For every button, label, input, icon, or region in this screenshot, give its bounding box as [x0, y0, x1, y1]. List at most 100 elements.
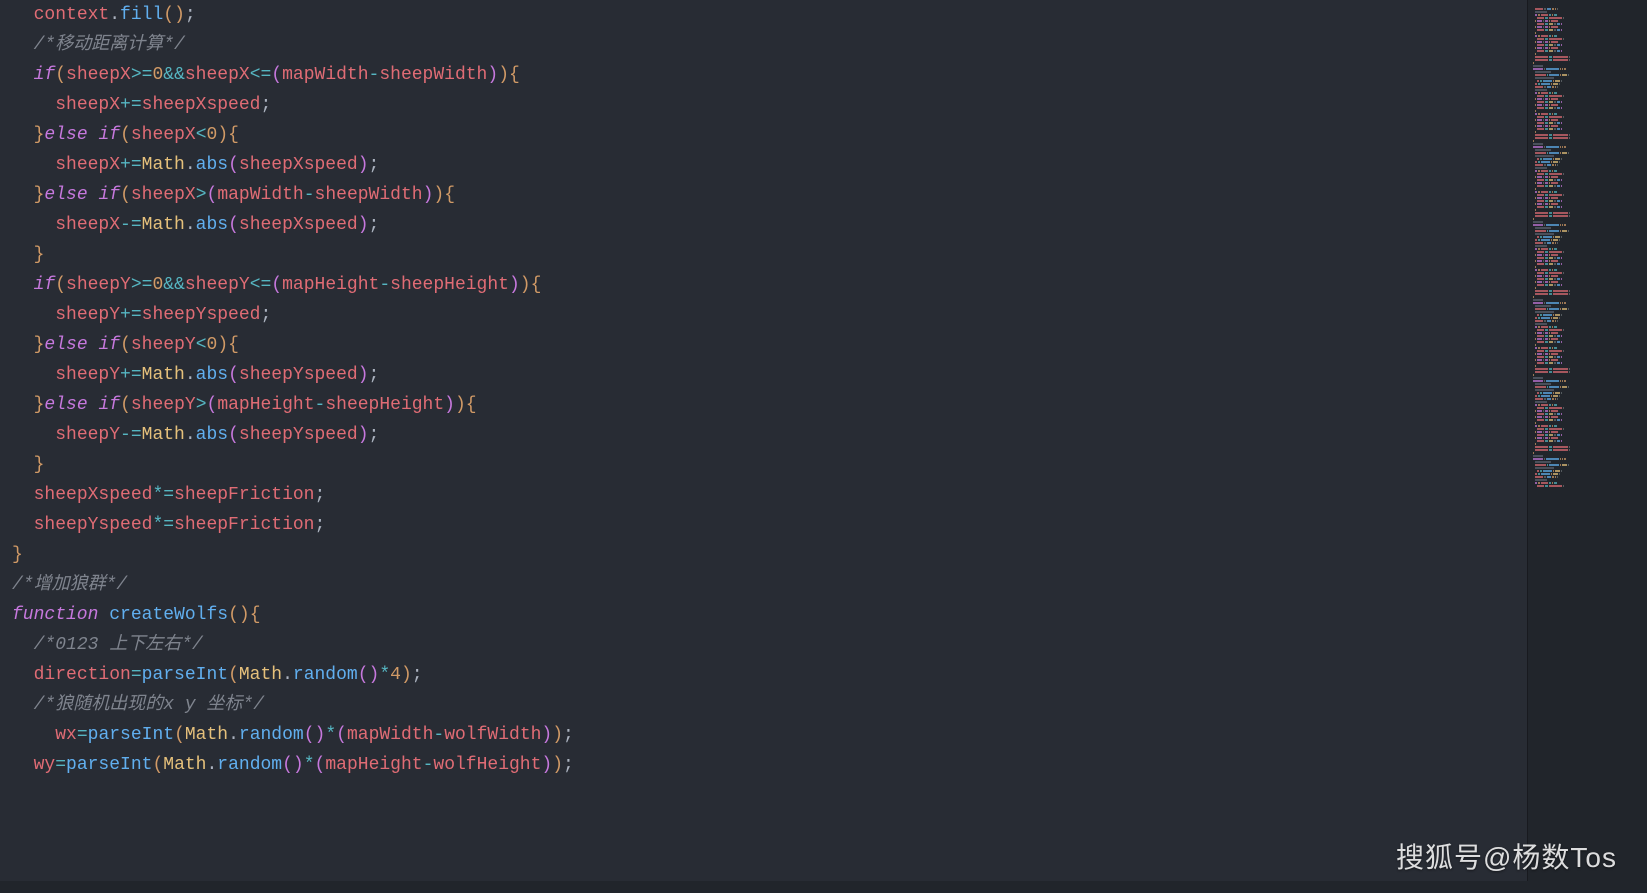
code-token: >	[196, 395, 207, 415]
minimap[interactable]	[1527, 0, 1647, 893]
code-line[interactable]: sheepY+=Math.abs(sheepYspeed);	[12, 360, 1527, 390]
code-token: sheepXspeed	[239, 215, 358, 235]
code-token: mapHeight	[282, 275, 379, 295]
code-token: )	[444, 395, 455, 415]
code-token: ;	[314, 515, 325, 535]
code-token: (	[163, 5, 174, 25]
code-token: &&	[163, 275, 185, 295]
code-line[interactable]: context.fill();	[12, 0, 1527, 30]
code-token: parseInt	[142, 665, 228, 685]
code-token: (	[228, 365, 239, 385]
code-token: sheepY	[55, 305, 120, 325]
code-token: abs	[196, 425, 228, 445]
code-token: sheepX	[66, 65, 131, 85]
code-token: )	[498, 65, 509, 85]
code-token: (	[358, 665, 369, 685]
code-token: Math	[142, 215, 185, 235]
code-line[interactable]: }else if(sheepX<0){	[12, 120, 1527, 150]
code-token: sheepX	[55, 215, 120, 235]
code-line[interactable]: wx=parseInt(Math.random()*(mapWidth-wolf…	[12, 720, 1527, 750]
code-token: /*移动距离计算*/	[34, 35, 185, 55]
code-token: &&	[163, 65, 185, 85]
code-line[interactable]: }else if(sheepY>(mapHeight-sheepHeight))…	[12, 390, 1527, 420]
code-token: 0	[207, 125, 218, 145]
code-line[interactable]: direction=parseInt(Math.random()*4);	[12, 660, 1527, 690]
code-line[interactable]: sheepY+=sheepYspeed;	[12, 300, 1527, 330]
code-token: .	[206, 755, 217, 775]
code-line[interactable]: function createWolfs(){	[12, 600, 1527, 630]
code-token: /*0123 上下左右*/	[34, 635, 203, 655]
code-token: sheepFriction	[174, 515, 314, 535]
code-token: sheepY	[66, 275, 131, 295]
code-token: -	[369, 65, 380, 85]
code-line[interactable]: }	[12, 540, 1527, 570]
code-token: mapHeight	[217, 395, 314, 415]
code-token	[98, 605, 109, 625]
code-token: if	[34, 65, 56, 85]
code-token: (	[228, 425, 239, 445]
code-token: 0	[207, 335, 218, 355]
code-line[interactable]: sheepXspeed*=sheepFriction;	[12, 480, 1527, 510]
code-token: )	[358, 425, 369, 445]
code-token: (	[228, 215, 239, 235]
code-token: sheepYspeed	[142, 305, 261, 325]
code-token: -=	[120, 215, 142, 235]
code-token: ;	[369, 425, 380, 445]
code-line[interactable]: }else if(sheepX>(mapWidth-sheepWidth)){	[12, 180, 1527, 210]
code-token: .	[282, 665, 293, 685]
code-token: =	[55, 755, 66, 775]
code-token: /*增加狼群*/	[12, 575, 127, 595]
code-line[interactable]: }	[12, 240, 1527, 270]
code-token: }	[34, 395, 45, 415]
code-token: 0	[152, 275, 163, 295]
code-token: )	[541, 725, 552, 745]
code-line[interactable]: /*狼随机出现的x y 坐标*/	[12, 690, 1527, 720]
code-token: if	[98, 335, 120, 355]
code-token: {	[466, 395, 477, 415]
code-token: {	[250, 605, 261, 625]
code-token: )	[520, 275, 531, 295]
code-token	[88, 335, 99, 355]
code-line[interactable]: sheepX+=sheepXspeed;	[12, 90, 1527, 120]
code-line[interactable]: wy=parseInt(Math.random()*(mapHeight-wol…	[12, 750, 1527, 780]
code-token: )	[509, 275, 520, 295]
code-token: abs	[196, 155, 228, 175]
code-token: Math	[185, 725, 228, 745]
code-token: (	[207, 395, 218, 415]
code-line[interactable]: /*0123 上下左右*/	[12, 630, 1527, 660]
code-line[interactable]: }	[12, 450, 1527, 480]
code-token: else	[44, 125, 87, 145]
code-token: )	[541, 755, 552, 775]
code-token: *=	[152, 515, 174, 535]
code-line[interactable]: }else if(sheepY<0){	[12, 330, 1527, 360]
code-token: (	[228, 155, 239, 175]
code-editor[interactable]: context.fill(); /*移动距离计算*/ if(sheepX>=0&…	[0, 0, 1527, 893]
code-token: sheepWidth	[379, 65, 487, 85]
code-token: if	[98, 185, 120, 205]
code-token: ;	[563, 725, 574, 745]
code-token: {	[228, 125, 239, 145]
code-line[interactable]: sheepY-=Math.abs(sheepYspeed);	[12, 420, 1527, 450]
code-token: {	[228, 335, 239, 355]
code-line[interactable]: /*移动距离计算*/	[12, 30, 1527, 60]
code-token: sheepXspeed	[239, 155, 358, 175]
code-line[interactable]: if(sheepY>=0&&sheepY<=(mapHeight-sheepHe…	[12, 270, 1527, 300]
code-token: *=	[152, 485, 174, 505]
code-token: mapWidth	[217, 185, 303, 205]
code-token: .	[185, 155, 196, 175]
code-token: )	[552, 725, 563, 745]
code-token: )	[293, 755, 304, 775]
code-token: )	[358, 215, 369, 235]
code-line[interactable]: /*增加狼群*/	[12, 570, 1527, 600]
code-token: ;	[314, 485, 325, 505]
code-token: sheepXspeed	[34, 485, 153, 505]
code-token: random	[239, 725, 304, 745]
code-token: *	[325, 725, 336, 745]
code-line[interactable]: sheepX-=Math.abs(sheepXspeed);	[12, 210, 1527, 240]
code-line[interactable]: sheepX+=Math.abs(sheepXspeed);	[12, 150, 1527, 180]
code-token: <=	[250, 65, 272, 85]
code-line[interactable]: if(sheepX>=0&&sheepX<=(mapWidth-sheepWid…	[12, 60, 1527, 90]
code-token: (	[304, 725, 315, 745]
code-token: }	[34, 245, 45, 265]
code-line[interactable]: sheepYspeed*=sheepFriction;	[12, 510, 1527, 540]
